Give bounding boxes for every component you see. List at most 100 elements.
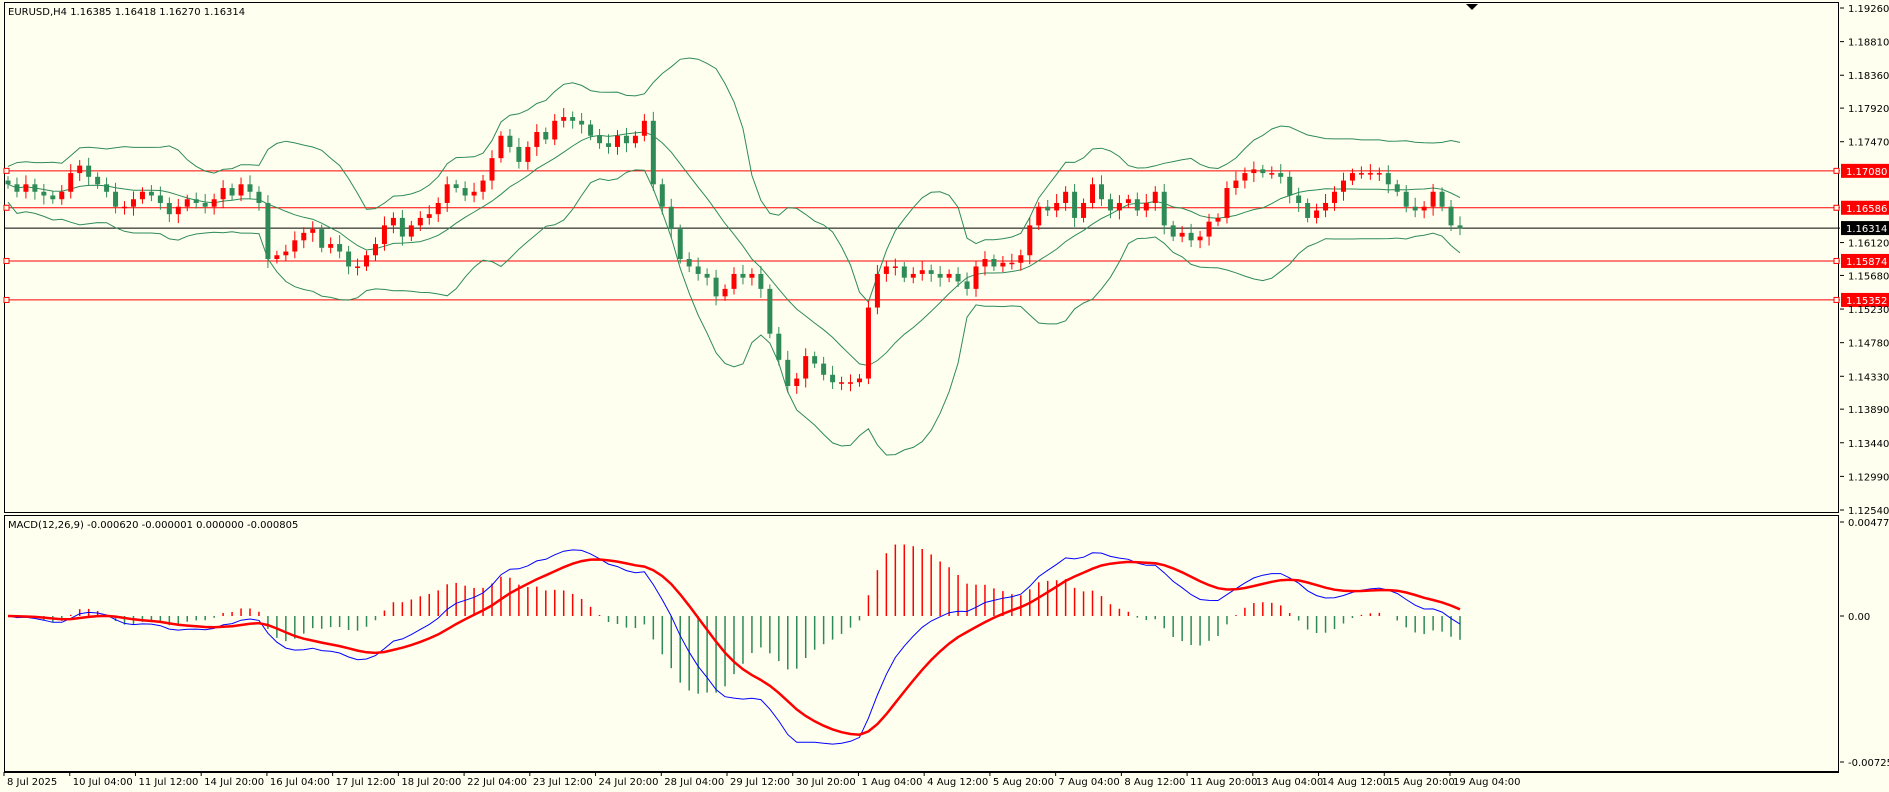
candle-body — [122, 206, 128, 209]
candle-body — [668, 206, 674, 230]
price-axis-label: 1.14330 — [1848, 372, 1889, 383]
candle-body — [1385, 173, 1391, 185]
candle-body — [803, 356, 809, 379]
candle-body — [104, 184, 110, 192]
candle-body — [292, 240, 298, 252]
time-axis-label: 28 Jul 04:00 — [664, 777, 724, 788]
time-axis-label: 8 Jul 2025 — [7, 777, 57, 788]
level-handle-right[interactable] — [1833, 167, 1840, 174]
candle-body — [812, 356, 818, 364]
candle-body — [310, 229, 316, 233]
candle-body — [785, 359, 791, 386]
candle-body — [919, 270, 925, 274]
candle-body — [364, 255, 370, 267]
candle-body — [937, 273, 943, 278]
price-axis-label: 1.12540 — [1848, 506, 1889, 517]
price-axis-label: 1.15680 — [1848, 271, 1889, 282]
candle-body — [1152, 191, 1158, 203]
time-axis-label: 18 Jul 20:00 — [401, 777, 461, 788]
candle-body — [202, 202, 208, 207]
candle-body — [229, 188, 235, 196]
candle-body — [892, 266, 898, 268]
time-axis-label: 1 Aug 04:00 — [861, 777, 922, 788]
candle-body — [1018, 255, 1024, 263]
candle-body — [695, 266, 701, 274]
candle-body — [1314, 210, 1320, 218]
candle-body — [1134, 199, 1140, 211]
level-handle-left[interactable] — [3, 257, 10, 264]
candle-body — [1072, 191, 1078, 218]
level-handle-right[interactable] — [1833, 257, 1840, 264]
candle-body — [686, 259, 692, 267]
candle-body — [579, 120, 585, 125]
macd-pane-header: MACD(12,26,9) -0.000620 -0.000001 0.0000… — [8, 520, 298, 531]
candle-body — [1430, 191, 1436, 207]
candle-body — [1332, 191, 1338, 203]
current-price-label: 1.16314 — [1846, 224, 1887, 235]
candle-body — [5, 180, 11, 185]
level-handle-left[interactable] — [3, 296, 10, 303]
candle-body — [1358, 173, 1364, 175]
candle-body — [337, 244, 343, 252]
time-axis-label: 14 Jul 20:00 — [204, 777, 264, 788]
candle-body — [1340, 180, 1346, 192]
candle-body — [346, 251, 352, 267]
candle-body — [247, 184, 253, 192]
time-axis-label: 23 Jul 12:00 — [533, 777, 593, 788]
candle-body — [632, 135, 638, 144]
candle-body — [1421, 206, 1427, 211]
level-price-label: 1.15874 — [1846, 257, 1887, 268]
candle-body — [659, 184, 665, 207]
time-axis-label: 7 Aug 04:00 — [1059, 777, 1120, 788]
price-axis-label: 1.14780 — [1848, 339, 1889, 350]
price-axis-label: 1.17920 — [1848, 104, 1889, 115]
level-handle-left[interactable] — [3, 204, 10, 211]
candle-body — [588, 124, 594, 136]
candle-body — [767, 288, 773, 334]
price-axis-label: 1.13440 — [1848, 439, 1889, 450]
candle-body — [319, 229, 325, 248]
candle-body — [1036, 206, 1042, 226]
candle-body — [381, 225, 387, 245]
candle-body — [1098, 184, 1104, 200]
candle-body — [41, 191, 47, 196]
candle-body — [1224, 188, 1230, 218]
level-handle-right[interactable] — [1833, 204, 1840, 211]
trading-chart[interactable]: 1.170801.165861.158741.153521.163141.192… — [0, 0, 1889, 792]
candle-body — [964, 281, 970, 289]
candle-body — [1278, 173, 1284, 177]
candle-body — [184, 199, 190, 207]
candle-body — [1287, 176, 1293, 196]
level-handle-left[interactable] — [3, 167, 10, 174]
candle-body — [534, 132, 540, 147]
time-axis-label: 29 Jul 12:00 — [730, 777, 790, 788]
candle-body — [1027, 225, 1033, 256]
candle-body — [175, 206, 181, 215]
macd-axis-label: 0.004774 — [1848, 518, 1889, 529]
macd-axis-label: -0.007257 — [1848, 758, 1889, 769]
candle-body — [77, 165, 83, 174]
candle-body — [713, 277, 719, 297]
chart-background — [0, 0, 1889, 792]
candle-body — [59, 191, 65, 200]
candle-body — [435, 202, 441, 215]
candle-body — [1215, 217, 1221, 222]
candle-body — [489, 158, 495, 181]
level-handle-right[interactable] — [1833, 296, 1840, 303]
candle-body — [1206, 221, 1212, 237]
time-axis-label: 30 Jul 20:00 — [796, 777, 856, 788]
candle-body — [991, 259, 997, 267]
level-price-label: 1.16586 — [1846, 204, 1887, 215]
price-axis-label: 1.13890 — [1848, 405, 1889, 416]
candle-body — [910, 273, 916, 278]
time-axis-label: 15 Aug 20:00 — [1387, 777, 1454, 788]
candle-body — [758, 273, 764, 289]
price-axis-label: 1.17470 — [1848, 138, 1889, 149]
candle-body — [1305, 202, 1311, 218]
candle-body — [928, 270, 934, 274]
time-axis-label: 10 Jul 04:00 — [73, 777, 133, 788]
time-axis-label: 22 Jul 04:00 — [467, 777, 527, 788]
candle-body — [507, 135, 513, 147]
candle-body — [1179, 232, 1185, 237]
candle-body — [1323, 202, 1329, 211]
